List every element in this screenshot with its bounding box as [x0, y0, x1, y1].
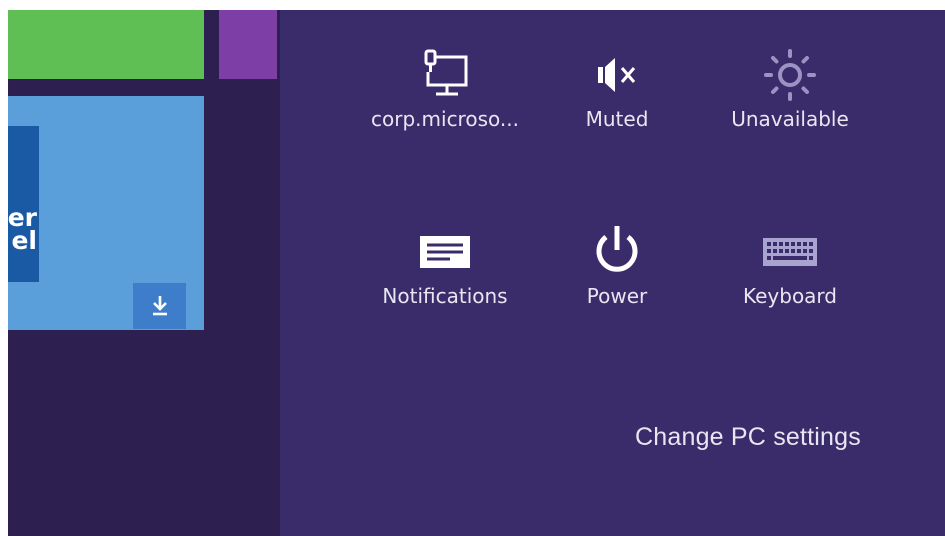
volume-muted-icon	[598, 58, 636, 92]
start-tile-control-panel[interactable]: er el	[8, 96, 204, 330]
quick-setting-network[interactable]: corp.microso...	[360, 45, 530, 131]
tile-label: er el	[8, 203, 37, 255]
quick-setting-label: Power	[586, 284, 648, 308]
settings-charm: corp.microso... Muted Unavailable Notifi…	[280, 10, 945, 536]
quick-setting-brightness[interactable]: Unavailable	[705, 45, 875, 131]
quick-setting-notifications[interactable]: Notifications	[360, 222, 530, 308]
quick-setting-label: corp.microso...	[371, 107, 519, 131]
quick-setting-volume[interactable]: Muted	[532, 45, 702, 131]
keyboard-icon	[763, 238, 817, 266]
quick-setting-label: Muted	[585, 107, 649, 131]
quick-setting-power[interactable]: Power	[532, 222, 702, 308]
quick-setting-keyboard[interactable]: Keyboard	[705, 222, 875, 308]
power-icon	[596, 226, 638, 272]
download-icon	[152, 296, 167, 316]
quick-setting-label: Unavailable	[731, 107, 849, 131]
start-tile-purple[interactable]	[219, 10, 277, 79]
quick-setting-label: Keyboard	[742, 284, 837, 308]
download-badge	[133, 283, 186, 329]
brightness-icon	[764, 49, 816, 101]
screen: er el corp.microso... Muted Unavailable …	[8, 10, 945, 536]
change-pc-settings-link[interactable]: Change PC settings	[635, 423, 861, 452]
network-icon	[424, 49, 468, 96]
tile-logo-box: er el	[8, 126, 39, 282]
quick-setting-label: Notifications	[382, 284, 508, 308]
notifications-icon	[420, 236, 470, 268]
start-tile-green[interactable]	[8, 10, 204, 79]
